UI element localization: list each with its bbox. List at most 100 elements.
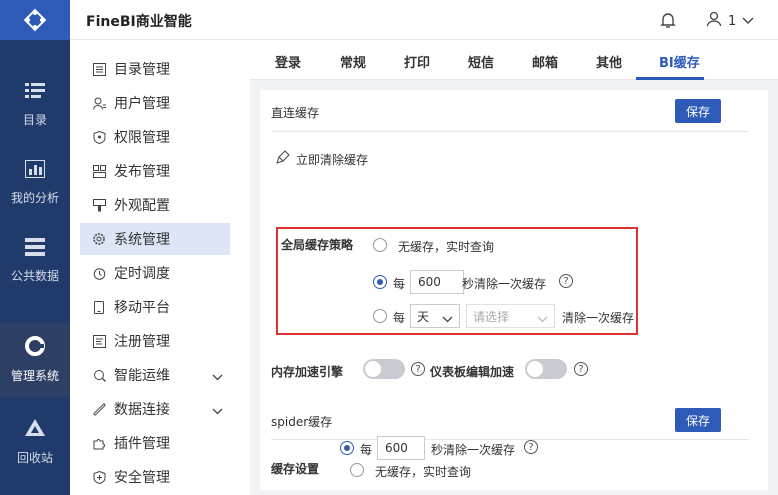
rail-label: 我的分析 — [10, 191, 59, 205]
menu-label: 权限管理 — [114, 130, 170, 146]
time-select[interactable]: 请选择 — [466, 304, 555, 328]
rail-label: 管理系统 — [10, 369, 59, 383]
spider-cache-title: spider缓存 — [271, 415, 333, 429]
rail-item-public-data[interactable]: 公共数据 — [0, 224, 70, 298]
period-unit-select[interactable]: 天 — [410, 304, 460, 328]
tab-sms[interactable]: 短信 — [468, 52, 494, 71]
ops-icon — [92, 368, 106, 382]
broom-icon — [276, 150, 290, 168]
menu-label: 发布管理 — [114, 164, 170, 180]
analysis-icon — [24, 159, 46, 181]
menu-label: 注册管理 — [114, 334, 170, 350]
menu-item-security[interactable]: 安全管理 — [80, 461, 230, 493]
menu-item-mobile[interactable]: 移动平台 — [80, 291, 230, 323]
spider-radio-every-seconds[interactable] — [340, 441, 354, 455]
spider-seconds-input[interactable]: 600 — [377, 436, 425, 460]
cache-settings-panel: 直连缓存 保存 立即清除缓存 全局缓存策略 无缓存，实时查询 每 600 秒清除… — [260, 90, 768, 490]
directory-icon — [92, 62, 106, 76]
menu-item-data-connection[interactable]: 数据连接 — [80, 393, 230, 425]
tab-print[interactable]: 打印 — [404, 52, 430, 71]
menu-label: 移动平台 — [114, 300, 170, 316]
strategy-label: 全局缓存策略 — [281, 238, 354, 252]
clear-cache-label: 立即清除缓存 — [296, 152, 369, 167]
chevron-down-icon — [537, 312, 548, 326]
help-icon[interactable]: ? — [411, 362, 425, 376]
tab-other[interactable]: 其他 — [596, 52, 622, 71]
app-logo-icon[interactable] — [0, 0, 70, 40]
user-menu[interactable]: 1 — [706, 11, 754, 31]
shield-icon — [92, 470, 106, 484]
menu-label: 定时调度 — [114, 266, 170, 282]
rail-item-analysis[interactable]: 我的分析 — [0, 146, 70, 220]
radio-every-period[interactable] — [373, 309, 387, 323]
tab-login[interactable]: 登录 — [275, 52, 301, 71]
rail-label: 回收站 — [16, 451, 53, 465]
appearance-icon — [92, 198, 106, 212]
app-title: FineBI商业智能 — [86, 14, 192, 30]
user-icon — [92, 96, 106, 110]
tab-bi-cache[interactable]: BI缓存 — [659, 52, 700, 71]
tab-email[interactable]: 邮箱 — [532, 52, 558, 71]
menu-item-register[interactable]: 注册管理 — [80, 325, 230, 357]
menu-label: 系统管理 — [114, 232, 170, 248]
timer-icon — [92, 266, 106, 280]
direct-cache-title: 直连缓存 — [271, 106, 320, 120]
seconds-input[interactable]: 600 — [410, 270, 464, 294]
cache-setting-label: 缓存设置 — [271, 462, 320, 476]
bell-icon[interactable] — [660, 11, 676, 33]
spider-every-label: 每 — [360, 443, 373, 457]
menu-label: 目录管理 — [114, 62, 170, 78]
divider — [271, 439, 749, 440]
data-icon — [25, 238, 45, 259]
user-name: 1 — [728, 13, 737, 29]
memory-engine-toggle[interactable] — [363, 359, 405, 379]
menu-item-directory[interactable]: 目录管理 — [80, 53, 230, 85]
chevron-down-icon[interactable] — [212, 403, 223, 419]
gear-icon — [92, 232, 106, 246]
tab-general[interactable]: 常规 — [340, 52, 366, 71]
time-select-placeholder: 请选择 — [473, 309, 510, 324]
link-icon — [92, 402, 106, 416]
dashboard-accel-toggle[interactable] — [525, 359, 567, 379]
every-label: 每 — [393, 277, 406, 291]
menu-item-permission[interactable]: 权限管理 — [80, 121, 230, 153]
top-bar: FineBI商业智能 1 — [70, 0, 778, 40]
publish-icon — [92, 164, 106, 178]
help-icon[interactable]: ? — [559, 274, 573, 288]
menu-item-appearance[interactable]: 外观配置 — [80, 189, 230, 221]
chevron-down-icon — [442, 312, 453, 326]
catalog-icon — [25, 82, 45, 103]
menu-item-user[interactable]: 用户管理 — [80, 87, 230, 119]
menu-label: 外观配置 — [114, 198, 170, 214]
spider-seconds-suffix: 秒清除一次缓存 — [431, 443, 516, 457]
chevron-down-icon[interactable] — [212, 369, 223, 385]
help-icon[interactable]: ? — [574, 362, 588, 376]
help-icon[interactable]: ? — [524, 440, 538, 454]
system-icon — [24, 336, 46, 359]
spider-radio-no-cache[interactable] — [350, 463, 364, 477]
menu-item-system[interactable]: 系统管理 — [80, 223, 230, 255]
menu-item-ops[interactable]: 智能运维 — [80, 359, 230, 391]
rail-item-recycle[interactable]: 回收站 — [0, 405, 70, 479]
menu-item-timer[interactable]: 定时调度 — [80, 257, 230, 289]
recycle-icon — [24, 418, 46, 441]
menu-label: 用户管理 — [114, 96, 170, 112]
clear-cache-link[interactable]: 立即清除缓存 — [276, 150, 368, 168]
radio-no-cache[interactable] — [373, 238, 387, 252]
rail-item-system[interactable]: 管理系统 — [0, 323, 70, 397]
rail-label: 公共数据 — [10, 269, 59, 283]
menu-label: 插件管理 — [114, 436, 170, 452]
permission-icon — [92, 130, 106, 144]
dashboard-accel-label: 仪表板编辑加速 — [430, 365, 515, 379]
radio-every-seconds[interactable] — [373, 275, 387, 289]
spider-cache-save-button[interactable]: 保存 — [675, 408, 721, 432]
rail-item-catalog[interactable]: 目录 — [0, 68, 70, 142]
period-unit-value: 天 — [417, 309, 430, 324]
spider-no-cache-label: 无缓存，实时查询 — [375, 465, 472, 479]
menu-item-publish[interactable]: 发布管理 — [80, 155, 230, 187]
every-label-2: 每 — [393, 311, 406, 325]
direct-cache-save-button[interactable]: 保存 — [675, 99, 721, 123]
memory-engine-label: 内存加速引擎 — [271, 365, 344, 379]
seconds-suffix: 秒清除一次缓存 — [462, 277, 547, 291]
menu-item-plugin[interactable]: 插件管理 — [80, 427, 230, 459]
